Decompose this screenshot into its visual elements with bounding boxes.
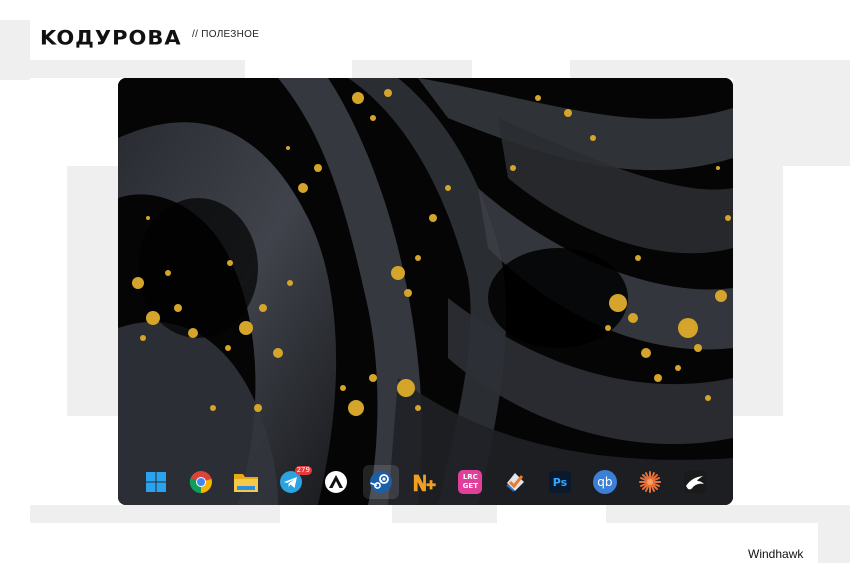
bg-block-topleft [30,60,245,78]
bg-block-bottom-mid [392,505,497,523]
taskbar-item-eagle[interactable] [677,465,713,499]
bg-block-bottom-left [30,505,280,523]
qbittorrent-icon: qb [592,470,617,494]
lrcget-line2: GET [462,482,478,490]
chrome-icon [188,469,214,495]
windows-logo-icon [143,469,169,495]
taskbar-item-telegram[interactable]: 279 [273,465,312,499]
taskbar-item-file-explorer[interactable] [228,465,264,499]
brand-logo[interactable]: KOДУРОВА [40,27,182,50]
section-label[interactable]: // ПОЛЕЗНОЕ [192,29,259,40]
photoshop-icon: Ps [549,471,572,493]
taskbar-item-checklist[interactable] [497,465,533,499]
taskbar-item-app-a[interactable] [318,465,354,499]
bg-block-top-mid [352,60,472,78]
triangle-a-icon [323,469,349,495]
taskbar-item-chrome[interactable] [183,465,219,499]
lrcget-line1: LRC [462,473,478,481]
bg-block-mid-right [733,166,783,416]
taskbar-item-steam[interactable] [362,465,399,499]
taskbar-item-start[interactable] [138,465,174,499]
taskbar-item-n-plus[interactable] [407,465,443,499]
folder-icon [233,469,259,495]
bg-block-mid-left [67,166,118,416]
wallpaper [118,78,733,505]
bg-block-topright [570,60,850,78]
header: KOДУРОВА // ПОЛЕЗНОЕ [30,20,280,60]
taskbar-item-lrcget[interactable]: LRC GET [452,465,488,499]
taskbar-item-starburst[interactable] [632,465,668,499]
taskbar-item-photoshop[interactable]: Ps [542,465,578,499]
lrcget-icon: LRC GET [458,470,483,494]
caption-label: Windhawk [748,547,804,561]
taskbar: 279 LRC GET Ps qb [128,462,723,502]
telegram-unread-badge: 279 [294,466,312,475]
bg-block-left [0,20,30,80]
bg-block-bottom-right [606,505,850,523]
n-plus-icon [412,469,438,495]
eagle-icon [682,469,708,495]
steam-icon [368,469,394,495]
checklist-icon [502,469,528,495]
telegram-icon: 279 [278,466,312,495]
desktop-screenshot: 279 LRC GET Ps qb [118,78,733,505]
taskbar-item-qbittorrent[interactable]: qb [587,465,623,499]
bg-block-bottom-edge [818,523,850,563]
starburst-icon [637,469,663,495]
bg-block-right [733,78,850,166]
